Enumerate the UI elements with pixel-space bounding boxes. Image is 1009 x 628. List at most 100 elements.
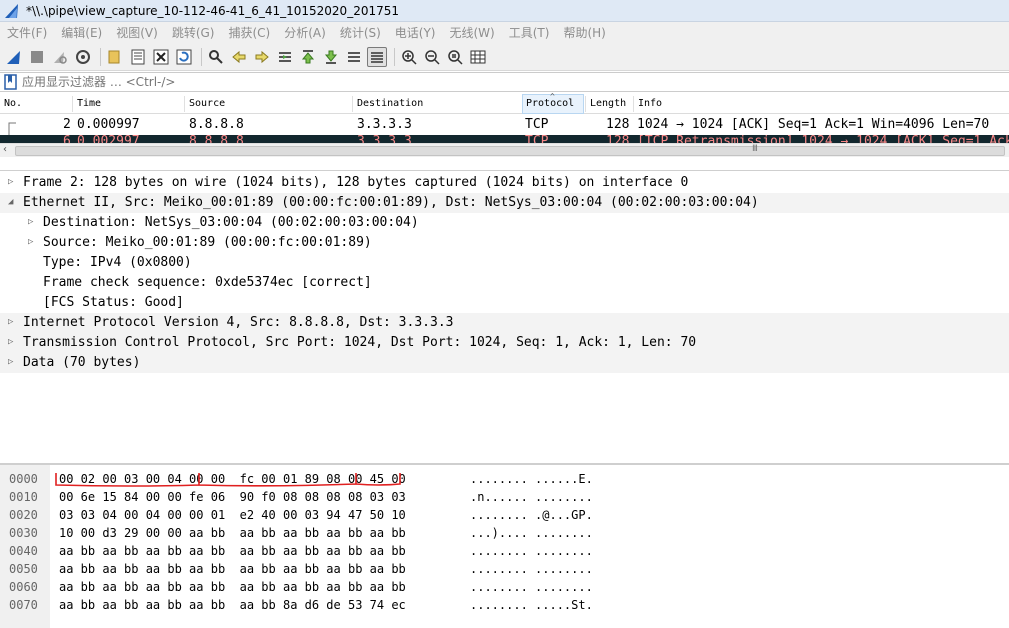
tree-item-label: Ethernet II, Src: Meiko_00:01:89 (00:00:… <box>23 195 759 210</box>
tree-item-eth-destination[interactable]: ▷ Destination: NetSys_03:00:04 (00:02:00… <box>0 213 1009 233</box>
packet-list: ^ No. Time Source Destination Protocol L… <box>0 92 1009 163</box>
menu-statistics[interactable]: 统计(S) <box>333 24 388 41</box>
tree-item-eth-source[interactable]: ▷ Source: Meiko_00:01:89 (00:00:fc:00:01… <box>0 233 1009 253</box>
collapse-arrow-icon[interactable]: ◢ <box>8 197 13 207</box>
bytes-ascii[interactable]: ........ ........ <box>470 580 593 594</box>
menu-edit[interactable]: 编辑(E) <box>54 24 109 41</box>
column-header-no[interactable]: No. <box>4 98 22 109</box>
packet-row-retransmission[interactable]: 6 0.002997 8.8.8.8 3.3.3.3 TCP 128 [TCP … <box>0 135 1009 143</box>
column-header-length[interactable]: Length <box>590 98 626 109</box>
bytes-hex[interactable]: 03 03 04 00 04 00 00 01 e2 40 00 03 94 4… <box>59 508 406 522</box>
zoom-out-icon[interactable] <box>422 47 442 67</box>
menu-tools[interactable]: 工具(T) <box>502 24 557 41</box>
open-folder-icon[interactable] <box>105 47 125 67</box>
column-header-info[interactable]: Info <box>638 98 662 109</box>
toolbar-separator <box>100 47 101 66</box>
bytes-row[interactable]: 0040 aa bb aa bb aa bb aa bb aa bb aa bb… <box>0 542 1009 560</box>
bytes-ascii[interactable]: ........ .....St. <box>470 598 593 612</box>
bytes-row[interactable]: 0010 00 6e 15 84 00 00 fe 06 90 f0 08 08… <box>0 488 1009 506</box>
colorize-icon[interactable] <box>367 46 387 67</box>
packet-details-tree: ▷ Frame 2: 128 bytes on wire (1024 bits)… <box>0 170 1009 462</box>
menu-wireless[interactable]: 无线(W) <box>443 24 502 41</box>
tree-item-ipv4[interactable]: ▷ Internet Protocol Version 4, Src: 8.8.… <box>0 313 1009 333</box>
bytes-hex[interactable]: aa bb aa bb aa bb aa bb aa bb aa bb aa b… <box>59 544 406 558</box>
bytes-row[interactable]: 0020 03 03 04 00 04 00 00 01 e2 40 00 03… <box>0 506 1009 524</box>
scroll-left-arrow-icon[interactable]: ‹ <box>3 144 7 155</box>
go-back-icon[interactable] <box>229 47 249 67</box>
expand-arrow-icon[interactable]: ▷ <box>28 217 33 227</box>
bytes-ascii[interactable]: ........ ........ <box>470 544 593 558</box>
packet-time: 0.000997 <box>77 117 140 132</box>
shark-fin-icon[interactable] <box>4 47 24 67</box>
options-gear-icon[interactable] <box>73 47 93 67</box>
red-annotation-bracket <box>55 473 401 487</box>
zoom-normal-icon[interactable] <box>445 47 465 67</box>
packet-row[interactable]: 2 0.000997 8.8.8.8 3.3.3.3 TCP 128 1024 … <box>0 115 1009 135</box>
bytes-row[interactable]: 0060 aa bb aa bb aa bb aa bb aa bb aa bb… <box>0 578 1009 596</box>
menu-help[interactable]: 帮助(H) <box>556 24 612 41</box>
column-header-source[interactable]: Source <box>189 98 225 109</box>
packet-list-horizontal-scrollbar[interactable]: ‹ III <box>0 143 1009 157</box>
menu-go[interactable]: 跳转(G) <box>165 24 222 41</box>
packet-destination: 3.3.3.3 <box>357 117 412 132</box>
toolbar-separator <box>394 47 395 66</box>
restart-icon[interactable] <box>50 47 70 67</box>
bytes-ascii[interactable]: ........ ......E. <box>470 472 593 486</box>
expand-arrow-icon[interactable]: ▷ <box>8 337 13 347</box>
bytes-hex[interactable]: aa bb aa bb aa bb aa bb aa bb aa bb aa b… <box>59 562 406 576</box>
zoom-in-icon[interactable] <box>399 47 419 67</box>
go-last-icon[interactable] <box>321 47 341 67</box>
reload-icon[interactable] <box>174 47 194 67</box>
bytes-ascii[interactable]: ........ ........ <box>470 562 593 576</box>
menu-view[interactable]: 视图(V) <box>109 24 165 41</box>
stop-icon[interactable] <box>27 47 47 67</box>
tree-item-eth-type[interactable]: Type: IPv4 (0x0800) <box>0 253 1009 273</box>
column-header-protocol[interactable]: Protocol <box>526 98 574 109</box>
bytes-row[interactable]: 0070 aa bb aa bb aa bb aa bb aa bb 8a d6… <box>0 596 1009 614</box>
menu-analyze[interactable]: 分析(A) <box>277 24 333 41</box>
tree-item-label: Type: IPv4 (0x0800) <box>43 255 192 270</box>
menu-file[interactable]: 文件(F) <box>0 24 54 41</box>
packet-info: [TCP Retransmission] 1024 → 1024 [ACK] S… <box>637 135 1009 143</box>
expand-arrow-icon[interactable]: ▷ <box>28 237 33 247</box>
packet-destination: 3.3.3.3 <box>357 135 412 143</box>
column-header-destination[interactable]: Destination <box>357 98 423 109</box>
tree-item-fcs-status[interactable]: [FCS Status: Good] <box>0 293 1009 313</box>
tree-item-data[interactable]: ▷ Data (70 bytes) <box>0 353 1009 373</box>
packet-length: 128 <box>606 117 630 132</box>
tree-item-label: Destination: NetSys_03:00:04 (00:02:00:0… <box>43 215 419 230</box>
bytes-ascii[interactable]: ...).... ........ <box>470 526 593 540</box>
resize-columns-icon[interactable] <box>468 47 488 67</box>
display-filter-input[interactable] <box>22 75 982 89</box>
tree-item-ethernet[interactable]: ◢ Ethernet II, Src: Meiko_00:01:89 (00:0… <box>0 193 1009 213</box>
go-forward-icon[interactable] <box>252 47 272 67</box>
tree-item-fcs[interactable]: Frame check sequence: 0xde5374ec [correc… <box>0 273 1009 293</box>
scrollbar-thumb[interactable] <box>15 146 1005 156</box>
filter-bookmark-icon[interactable] <box>3 74 19 90</box>
menu-telephony[interactable]: 电话(Y) <box>388 24 443 41</box>
bytes-ascii[interactable]: .n...... ........ <box>470 490 593 504</box>
find-icon[interactable] <box>206 47 226 67</box>
bytes-hex[interactable]: 10 00 d3 29 00 00 aa bb aa bb aa bb aa b… <box>59 526 406 540</box>
tree-item-label: Source: Meiko_00:01:89 (00:00:fc:00:01:8… <box>43 235 372 250</box>
close-file-icon[interactable] <box>151 47 171 67</box>
expand-arrow-icon[interactable]: ▷ <box>8 357 13 367</box>
save-file-icon[interactable] <box>128 47 148 67</box>
bytes-hex[interactable]: aa bb aa bb aa bb aa bb aa bb aa bb aa b… <box>59 580 406 594</box>
go-first-icon[interactable] <box>298 47 318 67</box>
bytes-row[interactable]: 0030 10 00 d3 29 00 00 aa bb aa bb aa bb… <box>0 524 1009 542</box>
tree-item-frame[interactable]: ▷ Frame 2: 128 bytes on wire (1024 bits)… <box>0 173 1009 193</box>
tree-item-label: Internet Protocol Version 4, Src: 8.8.8.… <box>23 315 454 330</box>
bytes-hex[interactable]: aa bb aa bb aa bb aa bb aa bb 8a d6 de 5… <box>59 598 406 612</box>
autoscroll-icon[interactable] <box>344 47 364 67</box>
bytes-ascii[interactable]: ........ .@...GP. <box>470 508 593 522</box>
bytes-hex[interactable]: 00 6e 15 84 00 00 fe 06 90 f0 08 08 08 0… <box>59 490 406 504</box>
go-to-packet-icon[interactable] <box>275 47 295 67</box>
tree-item-tcp[interactable]: ▷ Transmission Control Protocol, Src Por… <box>0 333 1009 353</box>
expand-arrow-icon[interactable]: ▷ <box>8 317 13 327</box>
column-header-time[interactable]: Time <box>77 98 101 109</box>
menu-capture[interactable]: 捕获(C) <box>221 24 277 41</box>
expand-arrow-icon[interactable]: ▷ <box>8 177 13 187</box>
title-bar: *\\.\pipe\view_capture_10-112-46-41_6_41… <box>0 0 1009 22</box>
bytes-row[interactable]: 0050 aa bb aa bb aa bb aa bb aa bb aa bb… <box>0 560 1009 578</box>
